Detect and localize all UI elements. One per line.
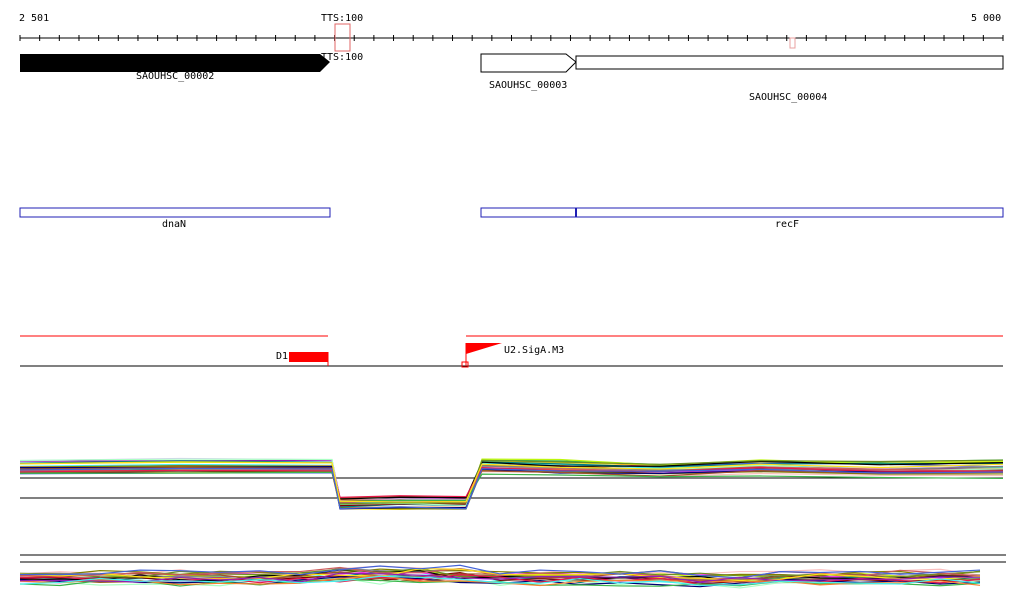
secondary-marker[interactable] (789, 37, 796, 49)
u2-siga-m3-label: U2.SigA.M3 (504, 345, 565, 356)
ruler-start-label: 2 501 (19, 13, 50, 24)
genome-browser: 2 501 5 000 TTS:100 TTS:100 SAOUHSC_0000… (0, 0, 1024, 611)
annotation-track (19, 207, 1004, 218)
tts-label-top: TTS:100 (321, 13, 364, 24)
track2-profiles (19, 564, 981, 589)
gene-saouhsc-00004-label: SAOUHSC_00004 (749, 92, 828, 103)
ruler-end-label: 5 000 (971, 13, 1002, 24)
dnaN-box[interactable] (19, 207, 331, 218)
track1-profiles (19, 457, 1004, 511)
gene-saouhsc-00002-label: SAOUHSC_00002 (136, 71, 215, 82)
expression-track-1 (19, 457, 1004, 511)
expression-track-2 (19, 554, 1006, 589)
gene-saouhsc-00003-arrow[interactable] (480, 53, 577, 73)
recF-box[interactable] (480, 207, 1004, 218)
recF-label: recF (775, 219, 800, 230)
gene-saouhsc-00003-label: SAOUHSC_00003 (489, 80, 568, 91)
track1-profile-line (19, 471, 1004, 503)
d1-label: D1 (276, 351, 289, 362)
d1-block[interactable] (289, 352, 328, 362)
gene-saouhsc-00002-arrow[interactable] (20, 54, 330, 72)
gene-track (20, 53, 1004, 73)
dnaN-label: dnaN (162, 219, 187, 230)
u2-siga-m3-flag[interactable] (466, 343, 502, 354)
tts-label-bottom: TTS:100 (321, 52, 364, 63)
ruler (19, 35, 1004, 41)
gene-saouhsc-00004-box[interactable] (575, 55, 1004, 70)
